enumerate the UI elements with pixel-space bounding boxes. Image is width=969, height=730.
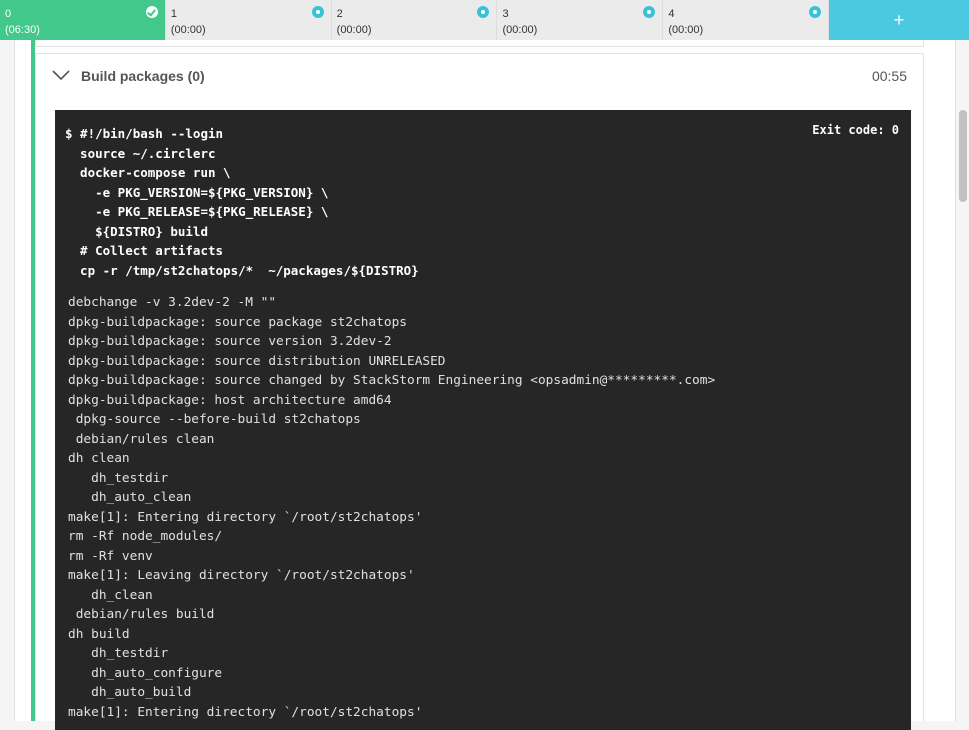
build-steps-panel: Build packages (0) 00:55 $ #!/bin/bash -… bbox=[14, 40, 956, 730]
tab-container-4[interactable]: 4 (00:00) bbox=[663, 0, 830, 40]
tab-number: 4 bbox=[668, 8, 675, 20]
step-duration: 00:55 bbox=[871, 68, 907, 84]
terminal-output: $ #!/bin/bash --login source ~/.circlerc… bbox=[55, 110, 911, 730]
chevron-down-icon bbox=[52, 70, 70, 81]
step-title: Build packages (0) bbox=[81, 68, 205, 84]
success-check-icon bbox=[145, 6, 158, 18]
tab-number: 3 bbox=[502, 8, 509, 20]
exit-code: Exit code: 0 bbox=[812, 123, 899, 137]
command-output: debchange -v 3.2dev-2 -M "" dpkg-buildpa… bbox=[68, 295, 716, 720]
tab-container-1[interactable]: 1 (00:00) bbox=[165, 0, 332, 40]
previous-step-card bbox=[35, 40, 924, 47]
tab-container-0[interactable]: 0 (06:30) bbox=[0, 0, 166, 40]
step-header[interactable]: Build packages (0) 00:55 bbox=[36, 54, 923, 98]
container-tabs: 0 (06:30) 1 (00:00) 2 (00:00) 3 (00:00) … bbox=[0, 0, 969, 40]
tab-container-2[interactable]: 2 (00:00) bbox=[331, 0, 498, 40]
step-command: $ #!/bin/bash --login source ~/.circlerc… bbox=[65, 126, 419, 278]
tab-duration: (00:00) bbox=[336, 24, 372, 36]
tab-number: 1 bbox=[170, 8, 177, 20]
tab-container-3[interactable]: 3 (00:00) bbox=[497, 0, 664, 40]
tab-duration: (00:00) bbox=[502, 24, 538, 36]
scrollbar-thumb[interactable] bbox=[959, 110, 967, 202]
tab-duration: (00:00) bbox=[170, 24, 206, 36]
add-container-button[interactable]: + bbox=[829, 0, 969, 40]
tab-duration: (06:30) bbox=[5, 24, 40, 36]
step-card: Build packages (0) 00:55 $ #!/bin/bash -… bbox=[35, 53, 924, 730]
tab-duration: (00:00) bbox=[668, 24, 704, 36]
queued-status-icon bbox=[311, 6, 324, 18]
tab-number: 2 bbox=[336, 8, 343, 20]
tab-number: 0 bbox=[5, 8, 12, 20]
